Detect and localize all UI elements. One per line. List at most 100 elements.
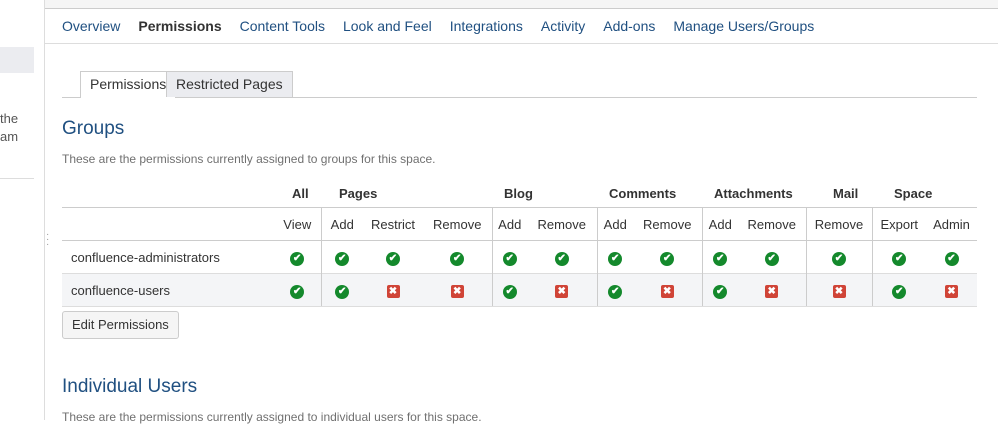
permission-cell: ✔ <box>491 273 527 307</box>
tab-integrations[interactable]: Integrations <box>441 9 532 43</box>
denied-x-icon: ✖ <box>945 285 958 298</box>
groups-permissions-table: All Pages Blog Comments Attachments Mail… <box>62 179 977 207</box>
edit-permissions-button[interactable]: Edit Permissions <box>62 311 179 339</box>
granted-check-icon: ✔ <box>502 251 517 266</box>
granted-check-icon: ✔ <box>832 251 846 266</box>
subtab-restricted-pages[interactable]: Restricted Pages <box>166 71 293 97</box>
category-mail: Mail <box>833 185 859 201</box>
sidebar-text-fragment: am <box>0 129 19 144</box>
permission-cell: ✔ <box>320 273 363 307</box>
permission-cell: ✔ <box>274 241 321 274</box>
granted-check-icon: ✔ <box>290 284 305 299</box>
permission-cell: ✔ <box>633 241 702 274</box>
tab-look-and-feel[interactable]: Look and Feel <box>334 9 441 43</box>
column-space-admin: Admin <box>926 207 977 241</box>
column-view: View <box>274 207 321 241</box>
permission-cell: ✖ <box>633 273 702 307</box>
column-blog-remove: Remove <box>527 207 597 241</box>
space-admin-nav: Overview Permissions Content Tools Look … <box>45 9 998 44</box>
permission-column-row: View Add Restrict Remove Add Remove Add … <box>62 207 977 241</box>
permission-cell: ✔ <box>926 241 977 274</box>
permission-cell: ✔ <box>363 241 423 274</box>
permission-cell: ✔ <box>423 241 492 274</box>
granted-check-icon: ✔ <box>713 251 728 266</box>
groups-permissions-grid: View Add Restrict Remove Add Remove Add … <box>62 207 977 307</box>
sidebar-divider <box>0 178 34 179</box>
denied-x-icon: ✖ <box>555 285 569 298</box>
column-space-export: Export <box>871 207 926 241</box>
group-name: confluence-users <box>62 273 274 307</box>
permission-cell: ✖ <box>738 273 806 307</box>
tab-manage-users-groups[interactable]: Manage Users/Groups <box>664 9 823 43</box>
permissions-subtabs: Permissions Restricted Pages <box>62 71 977 98</box>
permission-cell: ✖ <box>527 273 597 307</box>
name-column-header <box>62 179 283 207</box>
granted-check-icon: ✔ <box>335 251 350 266</box>
permission-cell: ✔ <box>701 273 738 307</box>
granted-check-icon: ✔ <box>764 251 779 266</box>
granted-check-icon: ✔ <box>892 251 907 266</box>
permission-cell: ✔ <box>871 240 926 274</box>
category-attachments: Attachments <box>714 185 793 201</box>
granted-check-icon: ✔ <box>892 284 907 299</box>
tab-activity[interactable]: Activity <box>532 9 594 43</box>
column-mail-remove: Remove <box>805 207 872 241</box>
granted-check-icon: ✔ <box>660 251 675 266</box>
column-blog-add: Add <box>491 207 527 241</box>
granted-check-icon: ✔ <box>554 251 569 266</box>
table-row: confluence-users ✔ ✔ ✖ ✖ ✔ ✖ ✔ ✖ ✔ ✖ ✖ ✔ ✖ <box>62 273 977 307</box>
permission-cell: ✔ <box>596 273 633 307</box>
permission-cell: ✖ <box>805 273 872 307</box>
users-description: These are the permissions currently assi… <box>62 410 482 424</box>
granted-check-icon: ✔ <box>944 251 959 266</box>
permission-cell: ✔ <box>491 240 527 274</box>
column-attachments-remove: Remove <box>738 207 806 241</box>
tab-content-tools[interactable]: Content Tools <box>231 9 334 43</box>
granted-check-icon: ✔ <box>608 251 623 266</box>
permission-cell: ✔ <box>274 273 321 307</box>
individual-users-heading: Individual Users <box>62 376 198 397</box>
tab-add-ons[interactable]: Add-ons <box>594 9 664 43</box>
category-comments: Comments <box>609 185 677 201</box>
permission-cell: ✖ <box>423 273 492 307</box>
column-comments-remove: Remove <box>633 207 702 241</box>
column-pages-add: Add <box>320 207 363 241</box>
granted-check-icon: ✔ <box>450 251 465 266</box>
category-space: Space <box>894 185 933 201</box>
groups-description: These are the permissions currently assi… <box>62 152 436 166</box>
permission-cell: ✖ <box>926 273 977 307</box>
column-attachments-add: Add <box>701 207 738 241</box>
column-pages-restrict: Restrict <box>363 207 423 241</box>
sidebar-selected-item[interactable] <box>0 47 34 73</box>
category-blog: Blog <box>504 185 533 201</box>
column-comments-add: Add <box>596 207 633 241</box>
permission-cell: ✔ <box>320 240 363 274</box>
main-content: Overview Permissions Content Tools Look … <box>45 0 998 424</box>
permission-cell: ✔ <box>701 240 738 274</box>
permission-cell: ✔ <box>805 240 872 274</box>
category-all: All <box>292 185 309 201</box>
sidebar-text-fragment: the <box>0 111 19 126</box>
denied-x-icon: ✖ <box>832 285 846 298</box>
granted-check-icon: ✔ <box>713 284 728 299</box>
permission-cell: ✔ <box>596 240 633 274</box>
permission-cell: ✔ <box>527 241 597 274</box>
permission-cell: ✔ <box>738 241 806 274</box>
permission-cell: ✔ <box>871 273 926 307</box>
granted-check-icon: ✔ <box>608 284 623 299</box>
top-bar <box>45 0 998 9</box>
column-pages-remove: Remove <box>423 207 492 241</box>
granted-check-icon: ✔ <box>386 251 400 266</box>
name-column-spacer <box>62 207 274 241</box>
granted-check-icon: ✔ <box>290 251 305 266</box>
subtab-permissions[interactable]: Permissions <box>80 71 177 98</box>
denied-x-icon: ✖ <box>660 285 674 298</box>
tab-overview[interactable]: Overview <box>45 9 129 43</box>
granted-check-icon: ✔ <box>502 284 517 299</box>
tab-permissions[interactable]: Permissions <box>129 9 230 43</box>
sidebar: the am <box>0 0 45 420</box>
denied-x-icon: ✖ <box>386 285 400 298</box>
group-name: confluence-administrators <box>71 249 220 265</box>
table-row: confluence-administrators ✔ ✔ ✔ ✔ ✔ ✔ ✔ ✔ ✔ ✔ ✔ ✔ ✔ <box>62 240 977 274</box>
permission-category-row: All Pages Blog Comments Attachments Mail… <box>62 179 977 207</box>
